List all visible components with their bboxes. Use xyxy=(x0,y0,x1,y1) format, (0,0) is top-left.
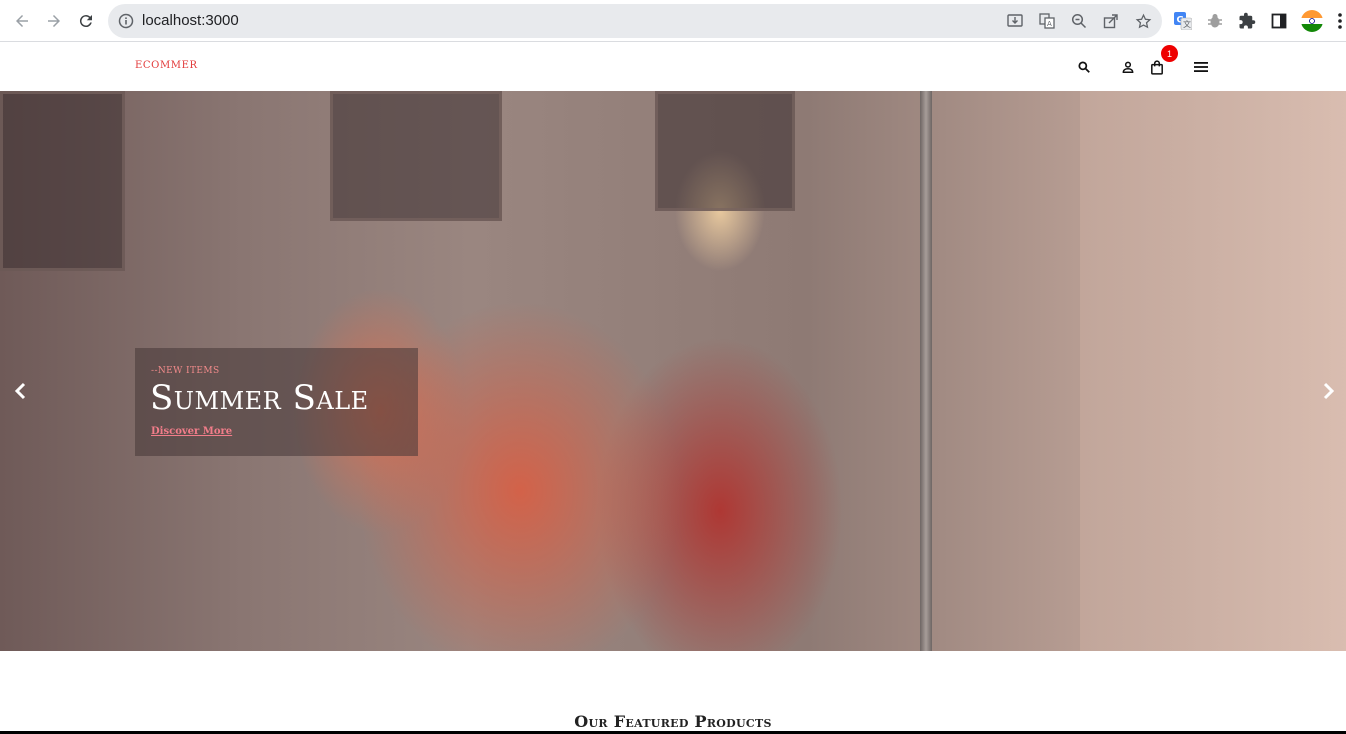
svg-text:A: A xyxy=(1047,20,1052,28)
search-icon[interactable] xyxy=(1074,57,1094,77)
site-logo[interactable]: ECOMMER xyxy=(135,60,198,71)
background-pole xyxy=(920,91,932,651)
background-window xyxy=(330,91,502,221)
user-icon[interactable] xyxy=(1118,57,1138,77)
hero-slider: --NEW ITEMS Summer Sale Discover More xyxy=(0,91,1346,651)
bookmark-star-icon[interactable] xyxy=(1134,12,1152,30)
cart-count-badge: 1 xyxy=(1161,45,1178,62)
hero-title: Summer Sale xyxy=(150,378,369,418)
translate-icon[interactable]: A xyxy=(1038,12,1056,30)
background-window xyxy=(655,91,795,211)
profile-avatar[interactable] xyxy=(1301,10,1323,32)
browser-toolbar: localhost:3000 A G文 xyxy=(0,0,1346,42)
site-header: ECOMMER xyxy=(0,43,1346,91)
svg-text:文: 文 xyxy=(1183,19,1191,29)
menu-icon[interactable] xyxy=(1191,57,1211,77)
url-text[interactable]: localhost:3000 xyxy=(142,12,239,29)
extensions-puzzle-icon[interactable] xyxy=(1237,11,1257,31)
background-window xyxy=(0,91,125,271)
hero-pretitle: --NEW ITEMS xyxy=(151,366,220,376)
install-icon[interactable] xyxy=(1006,12,1024,30)
discover-more-link[interactable]: Discover More xyxy=(151,426,232,437)
info-icon[interactable] xyxy=(118,13,134,29)
featured-products-title: Our Featured Products xyxy=(574,712,772,731)
back-icon[interactable] xyxy=(10,9,34,33)
bug-ext-icon[interactable] xyxy=(1205,11,1225,31)
zoom-icon[interactable] xyxy=(1070,12,1088,30)
background-wall xyxy=(1080,91,1346,651)
hero-caption: --NEW ITEMS Summer Sale Discover More xyxy=(135,348,418,456)
side-panel-icon[interactable] xyxy=(1269,11,1289,31)
reload-icon[interactable] xyxy=(74,9,98,33)
more-menu-icon[interactable] xyxy=(1334,11,1346,31)
google-translate-ext-icon[interactable]: G文 xyxy=(1173,11,1193,31)
forward-icon[interactable] xyxy=(42,9,66,33)
chevron-right-icon[interactable] xyxy=(1317,379,1341,403)
address-bar[interactable]: localhost:3000 A xyxy=(108,4,1162,38)
share-icon[interactable] xyxy=(1102,12,1120,30)
chevron-left-icon[interactable] xyxy=(8,379,32,403)
